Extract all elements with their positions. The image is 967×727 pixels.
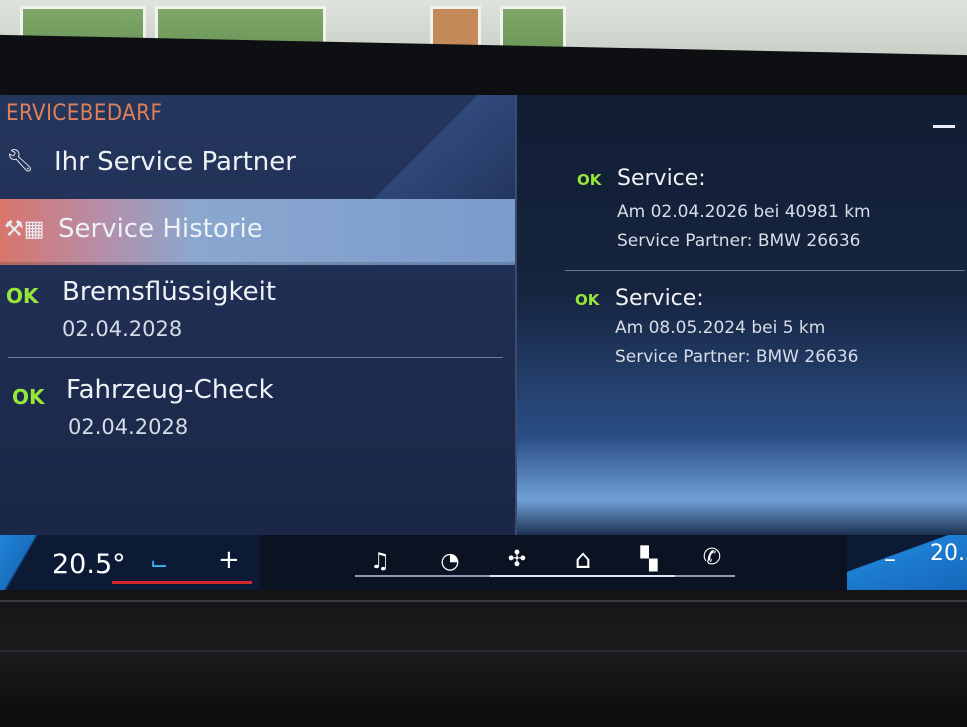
entry-date-mileage: Am 08.05.2024 bei 5 km — [615, 318, 826, 338]
gauge-icon[interactable]: ◔ — [433, 549, 467, 574]
menu-item-label: Bremsflüssigkeit — [62, 277, 277, 307]
entry-partner: Service Partner: BMW 26636 — [617, 231, 861, 251]
menu-item-service-historie[interactable]: ⚒▦ Service Historie — [0, 199, 515, 265]
entry-date-mileage: Am 02.04.2026 bei 40981 km — [617, 202, 871, 222]
temperature-increase-button[interactable]: + — [218, 545, 240, 575]
service-history-panel: OK Service: Am 02.04.2026 bei 40981 km S… — [517, 95, 967, 535]
nav-active-underline — [490, 575, 675, 577]
music-icon[interactable]: ♫ — [363, 549, 397, 574]
service-history-icon: ⚒▦ — [4, 217, 45, 242]
temperature-left[interactable]: 20.5° — [52, 549, 126, 580]
status-badge: OK — [575, 291, 600, 309]
apps-grid-icon[interactable]: ▚ — [632, 547, 666, 572]
entry-title: Service: — [617, 166, 706, 191]
service-menu-panel: ERVICEBEDARF 🔧︎ Ihr Service Partner ⚒▦ S… — [0, 95, 515, 535]
entry-title: Service: — [615, 286, 704, 311]
home-icon[interactable]: ⌂ — [566, 545, 600, 575]
fan-icon[interactable]: ✣ — [500, 547, 534, 572]
wrench-icon: 🔧︎ — [6, 149, 34, 174]
status-badge: OK — [6, 284, 39, 308]
scroll-indicator — [933, 125, 955, 128]
section-title: ERVICEBEDARF — [6, 101, 163, 126]
menu-item-label: Fahrzeug-Check — [66, 375, 274, 405]
menu-item-service-partner[interactable]: 🔧︎ Ihr Service Partner — [0, 135, 515, 197]
climate-nav-bar: 20.5° ⌙ + ♫ ◔ ✣ ⌂ ▚ ✆ – 20.5 — [0, 535, 967, 595]
divider — [565, 270, 965, 271]
divider — [8, 357, 503, 358]
due-date: 02.04.2028 — [68, 415, 189, 439]
trim-line — [0, 600, 967, 602]
phone-icon[interactable]: ✆ — [695, 545, 729, 570]
temperature-decrease-button[interactable]: – — [884, 545, 896, 573]
status-badge: OK — [577, 171, 602, 189]
temperature-right[interactable]: 20.5 — [930, 541, 967, 566]
status-badge: OK — [12, 385, 45, 409]
menu-item-label: Service Historie — [58, 214, 263, 244]
entry-partner: Service Partner: BMW 26636 — [615, 347, 859, 367]
menu-item-fahrzeug-check[interactable]: OK Fahrzeug-Check 02.04.2028 — [0, 361, 515, 471]
infotainment-screen: ERVICEBEDARF 🔧︎ Ihr Service Partner ⚒▦ S… — [0, 95, 967, 595]
trim-line — [0, 650, 967, 652]
nav-track — [355, 575, 490, 577]
menu-item-label: Ihr Service Partner — [54, 147, 296, 177]
due-date: 02.04.2028 — [62, 317, 183, 341]
temperature-level-bar — [112, 581, 252, 584]
nav-track — [675, 575, 735, 577]
display-bezel-bottom — [0, 590, 967, 727]
menu-item-bremsfluessigkeit[interactable]: OK Bremsflüssigkeit 02.04.2028 — [0, 267, 515, 355]
seat-heating-icon[interactable]: ⌙ — [150, 551, 168, 576]
